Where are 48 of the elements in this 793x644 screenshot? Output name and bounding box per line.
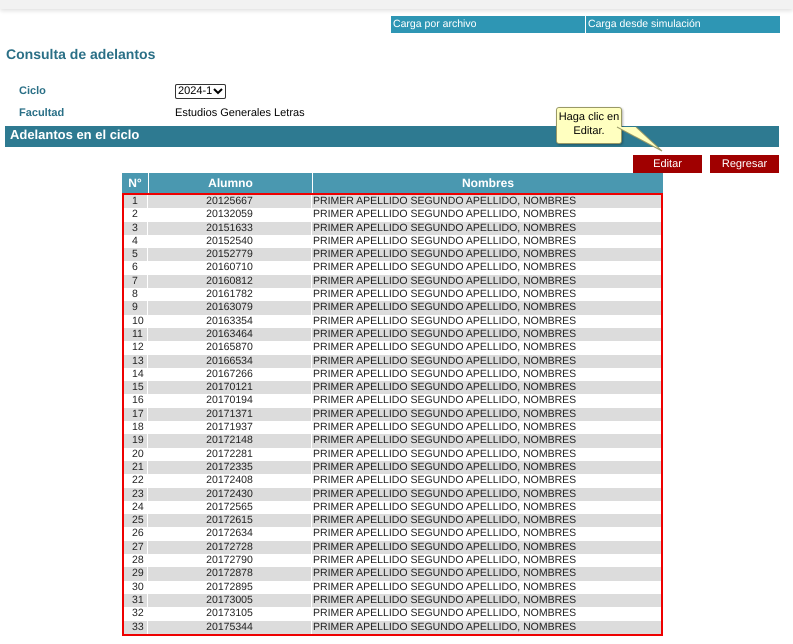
page-title: Consulta de adelantos xyxy=(6,45,156,64)
table-cell-text: PRIMER APELLIDO SEGUNDO APELLIDO, NOMBRES xyxy=(312,460,578,474)
table-cell-text: PRIMER APELLIDO SEGUNDO APELLIDO, NOMBRES xyxy=(312,488,578,501)
table-cell-text: PRIMER APELLIDO SEGUNDO APELLIDO, NOMBRES xyxy=(312,354,578,368)
table-cell-text: PRIMER APELLIDO SEGUNDO APELLIDO, NOMBRES xyxy=(312,434,578,448)
column-header: Alumno xyxy=(148,173,312,193)
table-cell-text: PRIMER APELLIDO SEGUNDO APELLIDO, NOMBRES xyxy=(312,567,578,581)
table-cell-text: PRIMER APELLIDO SEGUNDO APELLIDO, NOMBRES xyxy=(312,234,578,248)
table-cell-text: PRIMER APELLIDO SEGUNDO APELLIDO, NOMBRES xyxy=(312,408,578,422)
table-cell-text: PRIMER APELLIDO SEGUNDO APELLIDO, NOMBRES xyxy=(312,620,578,634)
table-cell: 20175344 xyxy=(148,620,312,634)
table-cell-text: PRIMER APELLIDO SEGUNDO APELLIDO, NOMBRES xyxy=(312,274,578,288)
chevron-down-icon xyxy=(213,88,224,94)
table-cell-text: PRIMER APELLIDO SEGUNDO APELLIDO, NOMBRES xyxy=(312,554,578,568)
cycle-select[interactable]: 2024-1 xyxy=(175,84,226,98)
field-label: Ciclo xyxy=(19,84,47,99)
table-cell-text: PRIMER APELLIDO SEGUNDO APELLIDO, NOMBRES xyxy=(312,394,578,408)
table-cell-text: PRIMER APELLIDO SEGUNDO APELLIDO, NOMBRES xyxy=(312,607,578,620)
table-cell-text: PRIMER APELLIDO SEGUNDO APELLIDO, NOMBRES xyxy=(312,248,578,262)
table-cell-text: PRIMER APELLIDO SEGUNDO APELLIDO, NOMBRES xyxy=(312,341,578,355)
table-cell-text: PRIMER APELLIDO SEGUNDO APELLIDO, NOMBRES xyxy=(312,580,578,594)
table-cell-text: PRIMER APELLIDO SEGUNDO APELLIDO, NOMBRES xyxy=(312,527,578,541)
table-cell-text: PRIMER APELLIDO SEGUNDO APELLIDO, NOMBRES xyxy=(312,540,578,554)
table-cell-text: PRIMER APELLIDO SEGUNDO APELLIDO, NOMBRES xyxy=(312,328,578,342)
table-cell-text: PRIMER APELLIDO SEGUNDO APELLIDO, NOMBRES xyxy=(312,448,578,461)
table-cell-text: PRIMER APELLIDO SEGUNDO APELLIDO, NOMBRES xyxy=(312,381,578,394)
table-cell-text: PRIMER APELLIDO SEGUNDO APELLIDO, NOMBRES xyxy=(312,474,578,488)
table-cell-text: PRIMER APELLIDO SEGUNDO APELLIDO, NOMBRES xyxy=(312,594,578,608)
table-cell-text: PRIMER APELLIDO SEGUNDO APELLIDO, NOMBRES xyxy=(312,288,578,302)
table-cell-text: PRIMER APELLIDO SEGUNDO APELLIDO, NOMBRES xyxy=(312,195,578,208)
table-cell-text: PRIMER APELLIDO SEGUNDO APELLIDO, NOMBRES xyxy=(312,514,578,528)
tooltip-pointer-icon xyxy=(616,126,664,152)
field-label: Facultad xyxy=(19,106,66,121)
table-cell-text: PRIMER APELLIDO SEGUNDO APELLIDO, NOMBRES xyxy=(312,421,578,434)
column-header: Nombres xyxy=(312,173,663,193)
table-cell-text: PRIMER APELLIDO SEGUNDO APELLIDO, NOMBRES xyxy=(312,500,578,514)
table-cell-text: PRIMER APELLIDO SEGUNDO APELLIDO, NOMBRES xyxy=(312,314,578,328)
column-header: N° xyxy=(127,175,143,192)
tooltip: Haga clic en Editar. xyxy=(556,107,622,144)
table-cell-text: PRIMER APELLIDO SEGUNDO APELLIDO, NOMBRES xyxy=(312,261,578,275)
table-cell: 33 xyxy=(124,620,148,634)
table-cell-text: PRIMER APELLIDO SEGUNDO APELLIDO, NOMBRES xyxy=(312,368,578,382)
table-cell-text: PRIMER APELLIDO SEGUNDO APELLIDO, NOMBRES xyxy=(312,208,578,222)
table-cell-text: PRIMER APELLIDO SEGUNDO APELLIDO, NOMBRES xyxy=(312,301,578,315)
field-value: Estudios Generales Letras xyxy=(175,106,305,121)
action-button[interactable]: Regresar xyxy=(710,155,779,173)
table-cell-text: PRIMER APELLIDO SEGUNDO APELLIDO, NOMBRES xyxy=(312,222,578,235)
action-button[interactable]: Editar xyxy=(633,155,702,173)
